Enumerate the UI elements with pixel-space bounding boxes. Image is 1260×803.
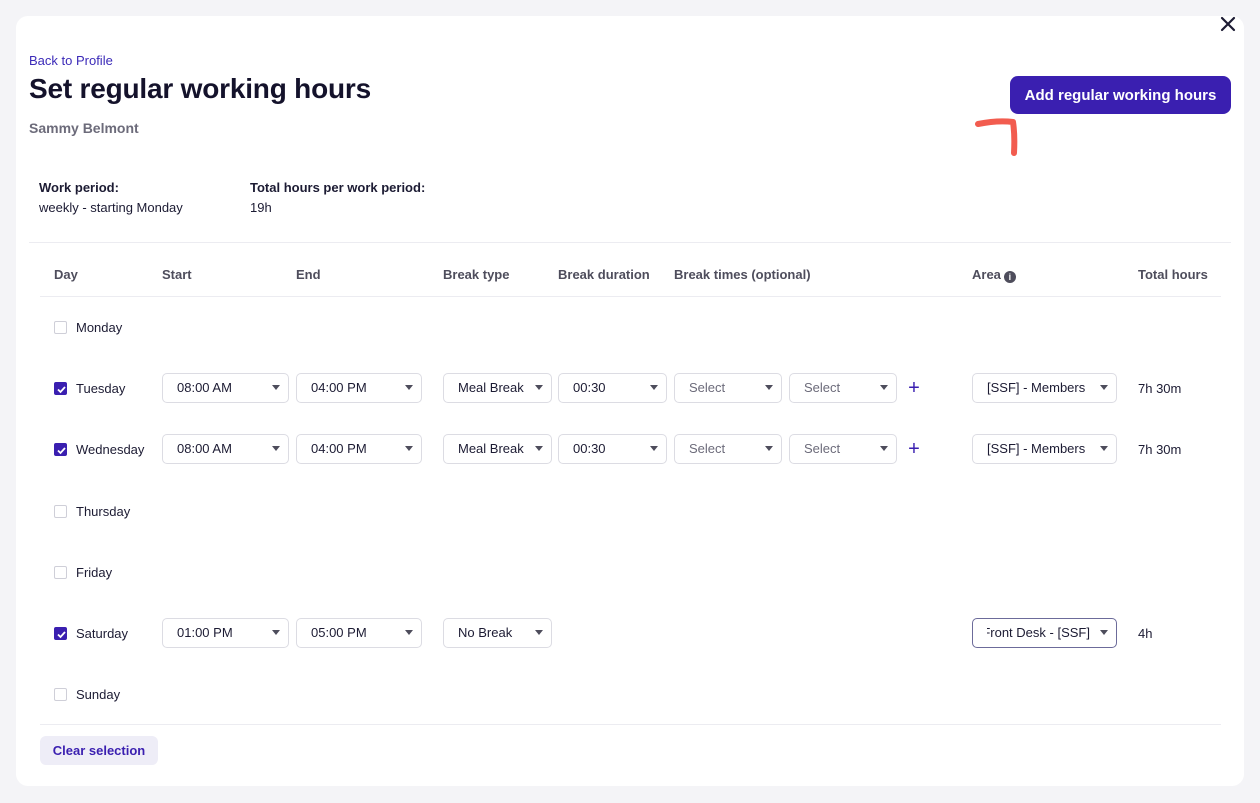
- work-period-value: weekly - starting Monday: [39, 200, 183, 215]
- break-type-select-wednesday[interactable]: Meal Break: [443, 434, 552, 464]
- chevron-down-icon: [1100, 630, 1108, 635]
- day-checkbox-sunday[interactable]: [54, 688, 67, 701]
- chevron-down-icon: [880, 385, 888, 390]
- area-value: [SSF] - Members: [987, 380, 1086, 395]
- back-to-profile-link[interactable]: Back to Profile: [29, 53, 113, 68]
- break-start-select-wednesday[interactable]: Select: [674, 434, 782, 464]
- area-select-saturday[interactable]: [SSF] - Front Desk: [972, 618, 1117, 648]
- chevron-down-icon: [272, 385, 280, 390]
- day-checkbox-wednesday[interactable]: [54, 443, 67, 456]
- day-checkbox-saturday[interactable]: [54, 627, 67, 640]
- check-icon: [57, 386, 66, 394]
- column-header-start: Start: [162, 267, 192, 282]
- plus-icon[interactable]: +: [906, 439, 922, 459]
- chevron-down-icon: [272, 446, 280, 451]
- area-select-tuesday[interactable]: [SSF] - Members: [972, 373, 1117, 403]
- area-value: [SSF] - Front Desk: [987, 625, 1090, 640]
- break-duration-select-tuesday[interactable]: 00:30: [558, 373, 667, 403]
- start-time-select-tuesday[interactable]: 08:00 AM: [162, 373, 289, 403]
- day-checkbox-thursday[interactable]: [54, 505, 67, 518]
- chevron-down-icon: [535, 630, 543, 635]
- break-type-select-saturday[interactable]: No Break: [443, 618, 552, 648]
- header-divider: [40, 296, 1221, 297]
- clear-selection-button[interactable]: Clear selection: [40, 736, 158, 765]
- start-time-select-saturday[interactable]: 01:00 PM: [162, 618, 289, 648]
- day-label-thursday: Thursday: [76, 504, 131, 519]
- day-checkbox-friday[interactable]: [54, 566, 67, 579]
- break-duration-select-wednesday[interactable]: 00:30: [558, 434, 667, 464]
- annotation-mark: [975, 118, 1018, 156]
- break-end-select-tuesday[interactable]: Select: [789, 373, 897, 403]
- total-hours-label: Total hours per work period:: [250, 180, 426, 195]
- chevron-down-icon: [405, 630, 413, 635]
- chevron-down-icon: [405, 446, 413, 451]
- total-hours-tuesday: 7h 30m: [1138, 381, 1182, 396]
- end-time-select-wednesday[interactable]: 04:00 PM: [296, 434, 422, 464]
- chevron-down-icon: [1100, 385, 1108, 390]
- day-checkbox-monday[interactable]: [54, 321, 67, 334]
- day-label-tuesday: Tuesday: [76, 381, 126, 396]
- day-label-friday: Friday: [76, 565, 113, 580]
- info-icon[interactable]: i: [1003, 271, 1016, 283]
- column-header-area-label: Area: [972, 267, 1001, 282]
- chevron-down-icon: [880, 446, 888, 451]
- column-header-total-hours: Total hours: [1138, 267, 1208, 282]
- day-label-wednesday: Wednesday: [76, 442, 145, 457]
- day-label-monday: Monday: [76, 320, 123, 335]
- section-divider: [29, 242, 1231, 243]
- chevron-down-icon: [535, 446, 543, 451]
- chevron-down-icon: [650, 446, 658, 451]
- day-checkbox-tuesday[interactable]: [54, 382, 67, 395]
- check-icon: [57, 447, 66, 455]
- chevron-down-icon: [1100, 446, 1108, 451]
- chevron-down-icon: [765, 446, 773, 451]
- work-period-label: Work period:: [39, 180, 119, 195]
- column-header-break-duration: Break duration: [558, 267, 650, 282]
- break-end-select-wednesday[interactable]: Select: [789, 434, 897, 464]
- chevron-down-icon: [765, 385, 773, 390]
- day-label-sunday: Sunday: [76, 687, 121, 702]
- employee-name: Sammy Belmont: [29, 120, 139, 136]
- end-time-select-tuesday[interactable]: 04:00 PM: [296, 373, 422, 403]
- check-icon: [57, 631, 66, 639]
- chevron-down-icon: [272, 630, 280, 635]
- area-value: [SSF] - Members: [987, 441, 1086, 456]
- chevron-down-icon: [650, 385, 658, 390]
- break-start-select-tuesday[interactable]: Select: [674, 373, 782, 403]
- close-icon[interactable]: [1216, 12, 1240, 36]
- day-label-saturday: Saturday: [76, 626, 129, 641]
- footer-divider: [40, 724, 1221, 725]
- chevron-down-icon: [535, 385, 543, 390]
- column-header-day: Day: [54, 267, 78, 282]
- column-header-break-times: Break times (optional): [674, 267, 811, 282]
- break-type-select-tuesday[interactable]: Meal Break: [443, 373, 552, 403]
- total-hours-wednesday: 7h 30m: [1138, 442, 1182, 457]
- area-select-wednesday[interactable]: [SSF] - Members: [972, 434, 1117, 464]
- page-title: Set regular working hours: [29, 73, 371, 104]
- plus-icon[interactable]: +: [906, 378, 922, 398]
- total-hours-value: 19h: [250, 200, 272, 215]
- chevron-down-icon: [405, 385, 413, 390]
- total-hours-saturday: 4h: [1138, 626, 1153, 641]
- end-time-select-saturday[interactable]: 05:00 PM: [296, 618, 422, 648]
- column-header-area: Area i: [972, 267, 1016, 283]
- column-header-end: End: [296, 267, 321, 282]
- column-header-break-type: Break type: [443, 267, 510, 282]
- add-regular-working-hours-button[interactable]: Add regular working hours: [1010, 76, 1231, 114]
- start-time-select-wednesday[interactable]: 08:00 AM: [162, 434, 289, 464]
